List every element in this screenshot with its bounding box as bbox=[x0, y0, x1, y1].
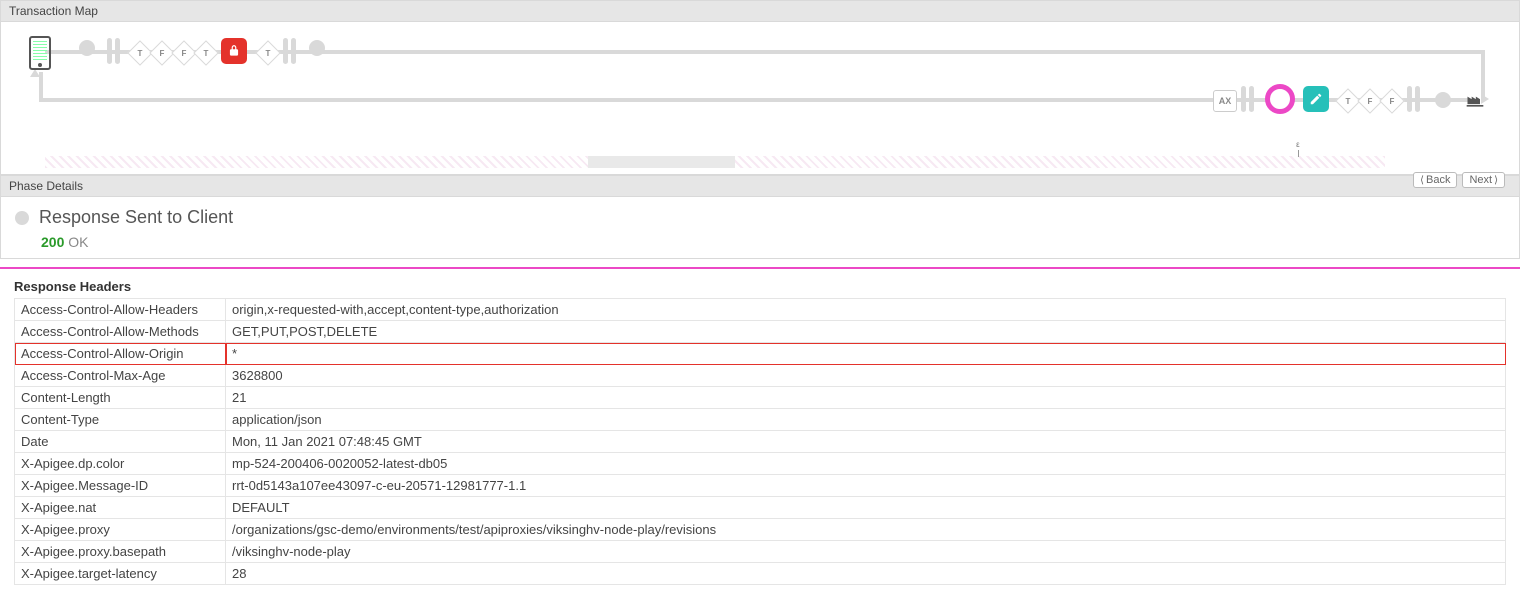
phase-dot-icon bbox=[15, 211, 29, 225]
header-name: X-Apigee.proxy.basepath bbox=[15, 541, 226, 563]
header-name: Access-Control-Max-Age bbox=[15, 365, 226, 387]
timeline-bar[interactable]: ε bbox=[45, 156, 1385, 168]
header-value: Mon, 11 Jan 2021 07:48:45 GMT bbox=[226, 431, 1506, 453]
header-value: application/json bbox=[226, 409, 1506, 431]
step-dot[interactable] bbox=[79, 40, 95, 56]
header-name: Access-Control-Allow-Headers bbox=[15, 299, 226, 321]
condition-f[interactable]: F bbox=[1361, 92, 1379, 110]
phase-details: Response Sent to Client 200 OK bbox=[0, 197, 1520, 259]
table-row: X-Apigee.natDEFAULT bbox=[15, 497, 1506, 519]
header-name: Date bbox=[15, 431, 226, 453]
table-row: X-Apigee.Message-IDrrt-0d5143a107ee43097… bbox=[15, 475, 1506, 497]
table-row: Access-Control-Allow-Origin* bbox=[15, 343, 1506, 365]
ax-policy[interactable]: AX bbox=[1213, 90, 1237, 112]
step-dot[interactable] bbox=[1435, 92, 1451, 108]
header-name: X-Apigee.Message-ID bbox=[15, 475, 226, 497]
header-value: origin,x-requested-with,accept,content-t… bbox=[226, 299, 1506, 321]
header-value: rrt-0d5143a107ee43097-c-eu-20571-1298177… bbox=[226, 475, 1506, 497]
response-headers-table: Access-Control-Allow-Headersorigin,x-req… bbox=[14, 298, 1506, 585]
header-name: Content-Type bbox=[15, 409, 226, 431]
condition-t[interactable]: T bbox=[259, 44, 277, 62]
step-bars[interactable] bbox=[1407, 86, 1420, 112]
client-icon[interactable] bbox=[29, 36, 51, 70]
header-value: /organizations/gsc-demo/environments/tes… bbox=[226, 519, 1506, 541]
table-row: X-Apigee.dp.colormp-524-200406-0020052-l… bbox=[15, 453, 1506, 475]
header-value: 3628800 bbox=[226, 365, 1506, 387]
header-name: Content-Length bbox=[15, 387, 226, 409]
next-button[interactable]: Next⟩ bbox=[1462, 172, 1505, 188]
header-value: * bbox=[226, 343, 1506, 365]
condition-f[interactable]: F bbox=[1383, 92, 1401, 110]
table-row: Content-Typeapplication/json bbox=[15, 409, 1506, 431]
table-row: Access-Control-Max-Age3628800 bbox=[15, 365, 1506, 387]
table-row: X-Apigee.proxy.basepath/viksinghv-node-p… bbox=[15, 541, 1506, 563]
condition-t[interactable]: T bbox=[131, 44, 149, 62]
condition-f[interactable]: F bbox=[153, 44, 171, 62]
header-name: X-Apigee.proxy bbox=[15, 519, 226, 541]
header-name: X-Apigee.nat bbox=[15, 497, 226, 519]
highlight-ring-icon[interactable] bbox=[1265, 84, 1295, 114]
target-server-icon[interactable] bbox=[1465, 90, 1485, 108]
condition-t[interactable]: T bbox=[1339, 92, 1357, 110]
timeline-epsilon-label: ε bbox=[1296, 140, 1300, 149]
header-value: GET,PUT,POST,DELETE bbox=[226, 321, 1506, 343]
step-dot[interactable] bbox=[309, 40, 325, 56]
table-row: DateMon, 11 Jan 2021 07:48:45 GMT bbox=[15, 431, 1506, 453]
header-name: X-Apigee.dp.color bbox=[15, 453, 226, 475]
response-headers-title: Response Headers bbox=[14, 279, 1506, 294]
header-value: mp-524-200406-0020052-latest-db05 bbox=[226, 453, 1506, 475]
lock-policy-icon[interactable] bbox=[221, 38, 247, 64]
transaction-map-header: Transaction Map bbox=[0, 0, 1520, 22]
header-value: 28 bbox=[226, 563, 1506, 585]
table-row: Content-Length21 bbox=[15, 387, 1506, 409]
condition-t[interactable]: T bbox=[197, 44, 215, 62]
back-button[interactable]: ⟨Back bbox=[1413, 172, 1457, 188]
header-name: Access-Control-Allow-Origin bbox=[15, 343, 226, 365]
phase-details-header: Phase Details bbox=[0, 175, 1520, 197]
status-badge: 200 OK bbox=[41, 234, 1505, 250]
header-value: /viksinghv-node-play bbox=[226, 541, 1506, 563]
condition-f[interactable]: F bbox=[175, 44, 193, 62]
header-value: DEFAULT bbox=[226, 497, 1506, 519]
transaction-map: T F F T T AX T F F ε ⟨Back Next⟩ bbox=[0, 22, 1520, 175]
table-row: Access-Control-Allow-Headersorigin,x-req… bbox=[15, 299, 1506, 321]
header-value: 21 bbox=[226, 387, 1506, 409]
step-bars[interactable] bbox=[283, 38, 296, 64]
header-name: Access-Control-Allow-Methods bbox=[15, 321, 226, 343]
table-row: X-Apigee.target-latency28 bbox=[15, 563, 1506, 585]
header-name: X-Apigee.target-latency bbox=[15, 563, 226, 585]
phase-title: Response Sent to Client bbox=[39, 207, 233, 228]
edit-policy-icon[interactable] bbox=[1303, 86, 1329, 112]
step-bars[interactable] bbox=[1241, 86, 1254, 112]
table-row: Access-Control-Allow-MethodsGET,PUT,POST… bbox=[15, 321, 1506, 343]
step-bars[interactable] bbox=[107, 38, 120, 64]
table-row: X-Apigee.proxy/organizations/gsc-demo/en… bbox=[15, 519, 1506, 541]
